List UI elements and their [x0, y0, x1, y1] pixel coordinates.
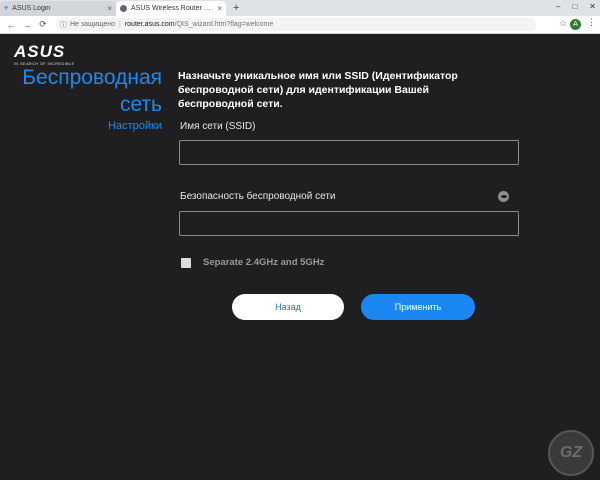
security-key-input[interactable]: [179, 211, 519, 236]
tab-title: ASUS Login: [12, 5, 51, 12]
instruction-text: Назначьте уникальное имя или SSID (Идент…: [178, 70, 458, 110]
page-subtitle: Настройки: [108, 120, 162, 132]
back-arrow-icon[interactable]: ←: [6, 20, 16, 30]
url-path: /QIS_wizard.htm?flag=welcome: [174, 21, 274, 28]
page-title-line1: Беспроводная: [22, 66, 162, 89]
tab-asus-router[interactable]: ASUS Wireless Router RT-AX56U ×: [116, 1, 226, 16]
minimize-icon[interactable]: –: [556, 2, 560, 11]
tab-close-icon[interactable]: ×: [217, 4, 222, 13]
back-button[interactable]: Назад: [232, 294, 344, 320]
ssid-input[interactable]: [179, 140, 519, 165]
security-key-label: Безопасность беспроводной сети: [180, 191, 336, 202]
maximize-icon[interactable]: □: [572, 2, 577, 11]
globe-icon: [120, 5, 127, 12]
logo-brand: ASUS: [14, 42, 66, 61]
page-title: Беспроводная сеть: [22, 64, 162, 118]
router-setup-page: ASUS IN SEARCH OF INCREDIBLE Беспроводна…: [0, 34, 600, 480]
heart-icon: ♥: [4, 5, 9, 12]
reload-icon[interactable]: ⟳: [38, 19, 48, 30]
forward-arrow-icon[interactable]: →: [22, 20, 32, 30]
tab-asus-login[interactable]: ♥ ASUS Login ×: [0, 1, 116, 16]
tab-close-icon[interactable]: ×: [107, 4, 112, 13]
window-controls: – □ ✕: [556, 2, 596, 11]
security-label: Не защищено: [70, 21, 115, 28]
ssid-label: Имя сети (SSID): [180, 121, 256, 132]
separate-bands-checkbox[interactable]: [181, 258, 191, 268]
page-title-line2: сеть: [119, 93, 162, 116]
info-icon[interactable]: ⓘ: [60, 20, 67, 30]
address-bar[interactable]: ⓘ Не защищено | router.asus.com/QIS_wiza…: [56, 18, 536, 31]
bookmark-star-icon[interactable]: ☆: [559, 18, 567, 29]
new-tab-button[interactable]: +: [233, 1, 239, 15]
url-host: router.asus.com: [124, 21, 175, 28]
browser-toolbar: ← → ⟳ ⓘ Не защищено | router.asus.com/QI…: [0, 16, 600, 34]
apply-button[interactable]: Применить: [361, 294, 475, 320]
profile-avatar[interactable]: A: [570, 19, 581, 30]
tab-title: ASUS Wireless Router RT-AX56U: [131, 5, 214, 12]
eye-icon[interactable]: [498, 191, 509, 202]
separate-bands-label: Separate 2.4GHz and 5GHz: [203, 257, 325, 268]
browser-menu-icon[interactable]: ⋮: [587, 17, 596, 28]
address-separator: |: [119, 21, 121, 28]
close-window-icon[interactable]: ✕: [589, 2, 596, 11]
site-watermark: GZ: [548, 430, 594, 476]
browser-tab-bar: ♥ ASUS Login × ASUS Wireless Router RT-A…: [0, 0, 600, 16]
asus-logo: ASUS IN SEARCH OF INCREDIBLE: [14, 42, 74, 66]
